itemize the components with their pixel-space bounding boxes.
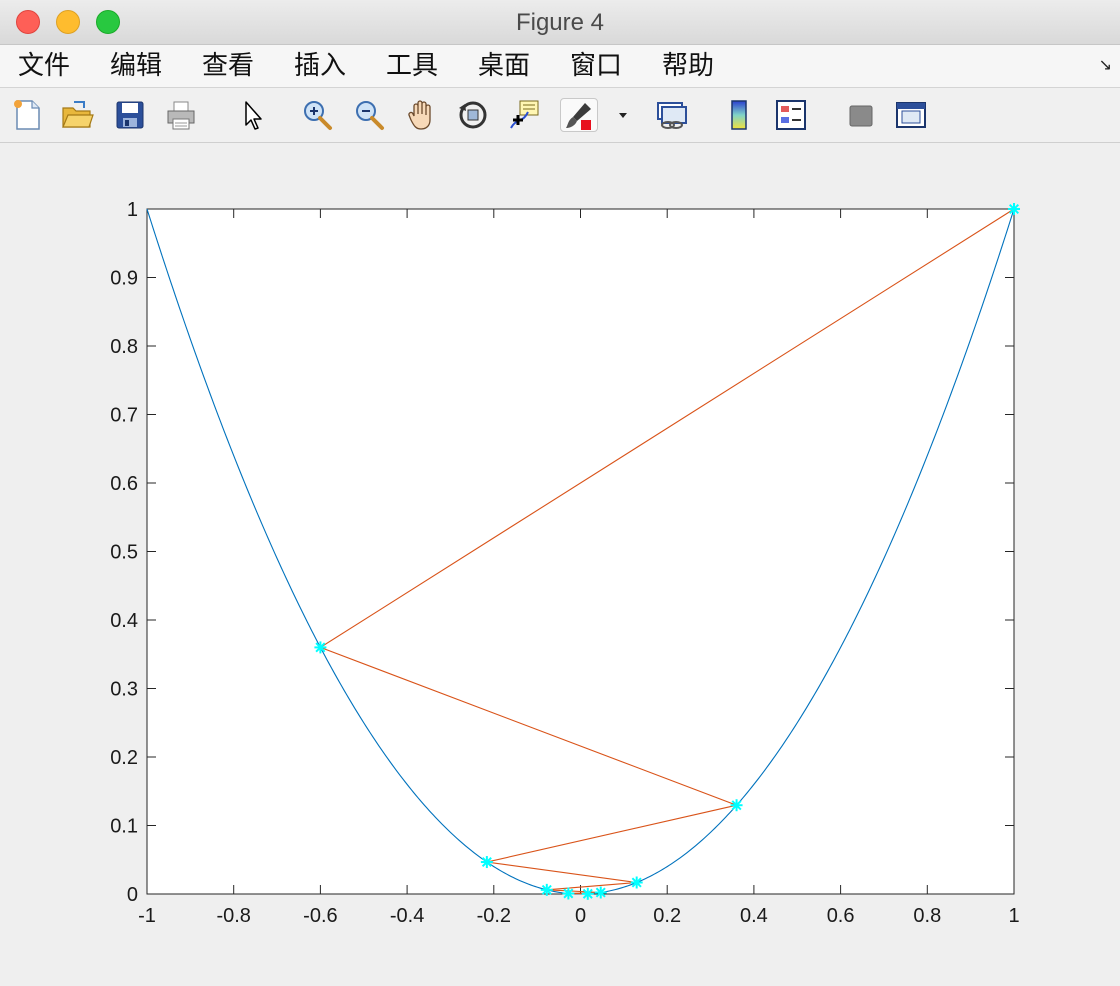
axes-box xyxy=(146,208,1015,895)
y-tick-label: 1 xyxy=(127,199,138,221)
asterisk-marker xyxy=(540,883,553,896)
x-tick-label: -0.2 xyxy=(477,905,511,927)
y-tick-label: 0.3 xyxy=(110,679,138,701)
menu-tools[interactable]: 工具 xyxy=(386,51,438,81)
figure-toolbar xyxy=(0,88,1120,143)
menu-desktop[interactable]: 桌面 xyxy=(478,51,530,81)
y-tick-label: 0.9 xyxy=(110,268,138,290)
y-tick-label: 0.8 xyxy=(110,336,138,358)
edit-plot-arrow-icon[interactable] xyxy=(236,98,270,132)
dock-arrow-icon[interactable]: ↘ xyxy=(1099,55,1112,74)
asterisk-marker xyxy=(594,886,607,899)
title-bar[interactable]: Figure 4 xyxy=(0,0,1120,45)
asterisk-marker xyxy=(314,641,327,654)
menu-insert[interactable]: 插入 xyxy=(294,51,346,81)
open-file-icon[interactable] xyxy=(60,98,94,132)
plot-svg: -1 -0.8 -0.6 -0.4 -0.2 0 0.2 0.4 0.6 0.8 1 0 0.1 0.2 0… xyxy=(110,199,1020,927)
zoom-in-icon[interactable] xyxy=(300,98,334,132)
x-tick-label: 1 xyxy=(1008,905,1019,927)
menu-view[interactable]: 查看 xyxy=(202,51,254,81)
print-icon[interactable] xyxy=(164,98,198,132)
y-tick-label: 0.5 xyxy=(110,542,138,564)
brush-icon[interactable] xyxy=(560,98,598,132)
y-tick-label: 0 xyxy=(127,884,138,906)
show-plot-tools-icon[interactable] xyxy=(894,98,928,132)
new-figure-icon[interactable] xyxy=(10,98,44,132)
hide-plot-tools-icon[interactable] xyxy=(844,98,878,132)
pan-hand-icon[interactable] xyxy=(405,98,439,132)
asterisk-marker xyxy=(730,799,743,812)
x-tick-label: 0 xyxy=(575,905,586,927)
x-tick-label: 0.8 xyxy=(913,905,941,927)
asterisk-marker xyxy=(630,876,643,889)
x-tick-label: 0.6 xyxy=(827,905,855,927)
legend-icon[interactable] xyxy=(774,98,808,132)
menu-edit[interactable]: 编辑 xyxy=(110,51,162,81)
asterisk-marker xyxy=(1008,203,1020,215)
brush-dropdown-icon[interactable] xyxy=(606,98,627,132)
x-tick-label: -0.6 xyxy=(303,905,337,927)
menu-help[interactable]: 帮助 xyxy=(662,51,714,81)
link-plot-icon[interactable] xyxy=(654,98,688,132)
y-tick-label: 0.7 xyxy=(110,405,138,427)
x-tick-label: -1 xyxy=(138,905,156,927)
y-tick-label: 0.2 xyxy=(110,747,138,769)
asterisk-marker xyxy=(480,856,493,869)
menu-window[interactable]: 窗口 xyxy=(570,51,622,81)
asterisk-marker xyxy=(581,887,594,900)
x-tick-label: -0.4 xyxy=(390,905,424,927)
figure-canvas[interactable]: -1 -0.8 -0.6 -0.4 -0.2 0 0.2 0.4 0.6 0.8 1 0 0.1 0.2 0… xyxy=(0,143,1120,986)
x-tick-label: 0.4 xyxy=(740,905,768,927)
x-tick-label: 0.2 xyxy=(653,905,681,927)
save-icon[interactable] xyxy=(113,98,147,132)
figure-window: Figure 4 文件 编辑 查看 插入 工具 桌面 窗口 帮助 ↘ -1 -0… xyxy=(0,0,1120,986)
data-cursor-icon[interactable] xyxy=(508,98,542,132)
colorbar-icon[interactable] xyxy=(723,98,757,132)
menu-file[interactable]: 文件 xyxy=(18,51,70,81)
x-tick-label: -0.8 xyxy=(216,905,250,927)
window-title: Figure 4 xyxy=(515,9,605,36)
rotate-3d-icon[interactable] xyxy=(456,98,490,132)
zoom-out-icon[interactable] xyxy=(352,98,386,132)
menu-bar: 文件 编辑 查看 插入 工具 桌面 窗口 帮助 ↘ xyxy=(0,45,1120,88)
asterisk-marker xyxy=(562,887,575,900)
y-tick-label: 0.6 xyxy=(110,473,138,495)
y-tick-label: 0.1 xyxy=(110,816,138,838)
y-tick-label: 0.4 xyxy=(110,610,138,632)
